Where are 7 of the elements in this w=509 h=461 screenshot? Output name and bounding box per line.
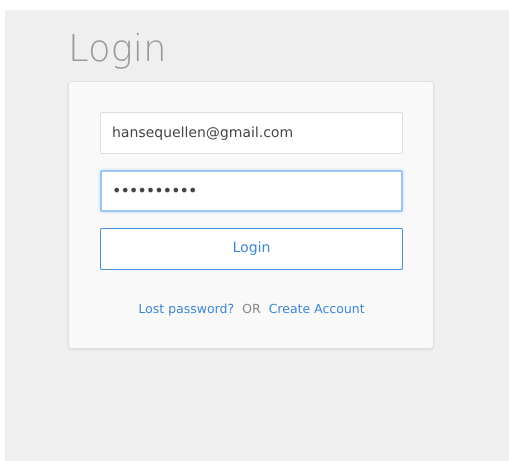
separator-text: OR (242, 300, 261, 318)
text-link[interactable]: Lost password? (138, 300, 234, 318)
text-link[interactable]: Create Account (268, 300, 365, 318)
password-field[interactable]: •••••••••• (100, 170, 403, 212)
page-title: Login (68, 28, 168, 71)
email-field[interactable]: hansequellen@gmail.com (100, 112, 403, 154)
login-button[interactable]: Login (100, 228, 403, 270)
